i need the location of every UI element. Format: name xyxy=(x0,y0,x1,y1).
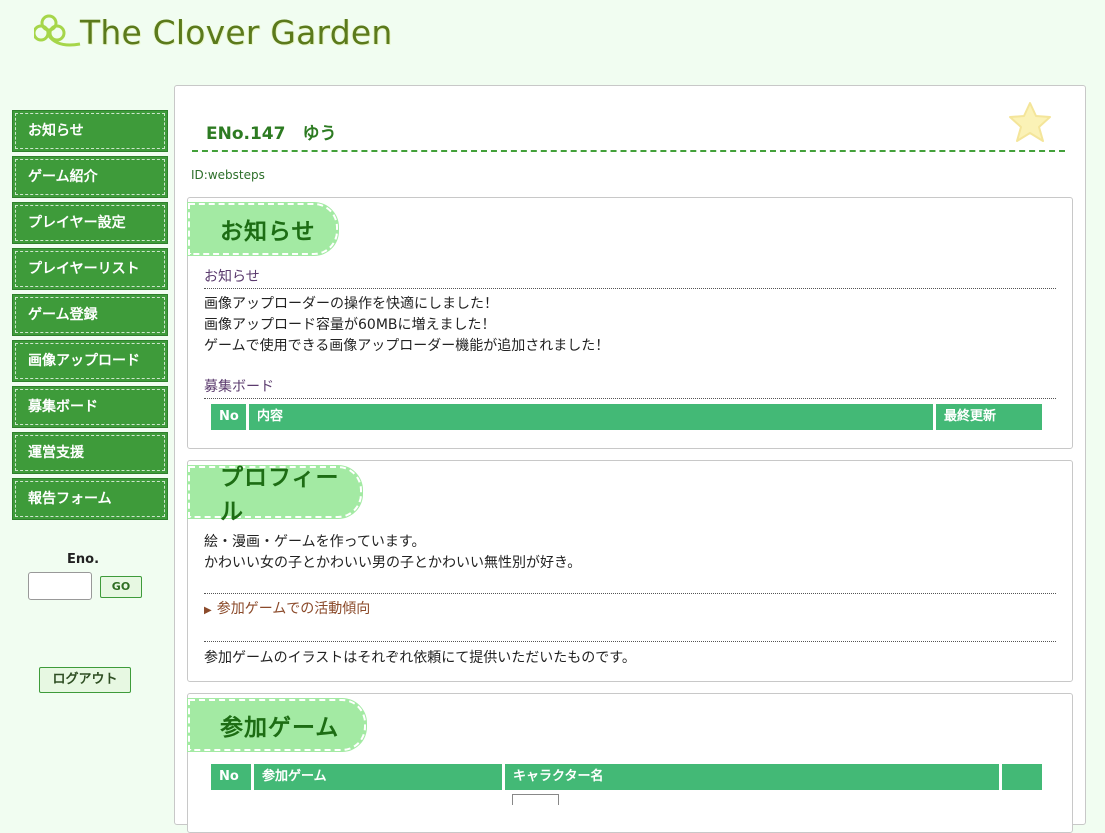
divider xyxy=(204,641,1056,642)
board-heading: 募集ボード xyxy=(204,379,274,395)
sidebar-nav: お知らせ ゲーム紹介 プレイヤー設定 プレイヤーリスト ゲーム登録 画像アップロ… xyxy=(12,110,168,524)
site-title: The Clover Garden xyxy=(80,12,393,52)
profile-line: かわいい女の子とかわいい男の子とかわいい無性別が好き。 xyxy=(204,555,582,571)
nav-item-image-upload[interactable]: 画像アップロード xyxy=(12,340,168,382)
star-icon xyxy=(1009,102,1051,142)
logout-button[interactable]: ログアウト xyxy=(39,667,131,693)
board-col-no: No xyxy=(211,404,246,430)
divider xyxy=(204,288,1056,289)
clover-icon xyxy=(34,14,81,47)
divider xyxy=(204,398,1056,399)
go-button[interactable]: GO xyxy=(100,576,142,598)
nav-item-game-register[interactable]: ゲーム登録 xyxy=(12,294,168,336)
games-col-character: キャラクター名 xyxy=(505,764,999,790)
notice-subheading: お知らせ xyxy=(204,269,260,285)
nav-item-game-intro[interactable]: ゲーム紹介 xyxy=(12,156,168,198)
games-heading: 参加ゲーム xyxy=(188,699,366,751)
nav-item-recruit-board[interactable]: 募集ボード xyxy=(12,386,168,428)
games-panel: 参加ゲーム No 参加ゲーム キャラクター名 xyxy=(187,693,1073,833)
board-col-updated: 最終更新 xyxy=(936,404,1042,430)
character-title: ENo.147 ゆう xyxy=(206,124,337,144)
profile-panel: プロフィール 絵・漫画・ゲームを作っています。 かわいい女の子とかわいい男の子と… xyxy=(187,460,1073,682)
games-col-game: 参加ゲーム xyxy=(254,764,502,790)
nav-item-report-form[interactable]: 報告フォーム xyxy=(12,478,168,520)
game-row-thumbnail xyxy=(512,794,559,805)
profile-footer: 参加ゲームのイラストはそれぞれ依頼にて提供いただいたものです。 xyxy=(204,650,636,666)
notice-heading: お知らせ xyxy=(188,203,338,255)
character-title-bar: ENo.147 ゆう xyxy=(192,102,1065,152)
main-content: ENo.147 ゆう ID:websteps お知らせ お知らせ 画像アップロー… xyxy=(174,85,1086,833)
games-col-no: No xyxy=(211,764,251,790)
user-id: ID:websteps xyxy=(191,168,265,182)
profile-heading: プロフィール xyxy=(188,465,362,525)
notice-line: 画像アップロード容量が60MBに増えました！ xyxy=(204,317,496,333)
nav-item-notices[interactable]: お知らせ xyxy=(12,110,168,152)
notice-line: 画像アップローダーの操作を快適にしました！ xyxy=(204,296,498,312)
games-col-extra xyxy=(1002,764,1042,790)
site-logo[interactable]: The Clover Garden xyxy=(34,10,393,54)
notice-panel: お知らせ お知らせ 画像アップローダーの操作を快適にしました！ 画像アップロード… xyxy=(187,197,1073,449)
nav-item-support[interactable]: 運営支援 xyxy=(12,432,168,474)
nav-item-player-list[interactable]: プレイヤーリスト xyxy=(12,248,168,290)
triangle-right-icon: ▶ xyxy=(204,605,212,616)
notice-line: ゲームで使用できる画像アップローダー機能が追加されました！ xyxy=(204,338,610,354)
activity-toggle[interactable]: ▶ 参加ゲームでの活動傾向 xyxy=(204,598,370,618)
profile-line: 絵・漫画・ゲームを作っています。 xyxy=(204,534,426,550)
activity-toggle-label: 参加ゲームでの活動傾向 xyxy=(216,601,371,617)
nav-item-player-settings[interactable]: プレイヤー設定 xyxy=(12,202,168,244)
board-col-content: 内容 xyxy=(249,404,933,430)
eno-label: Eno. xyxy=(67,552,100,567)
eno-input[interactable] xyxy=(28,572,92,600)
divider xyxy=(204,593,1056,594)
